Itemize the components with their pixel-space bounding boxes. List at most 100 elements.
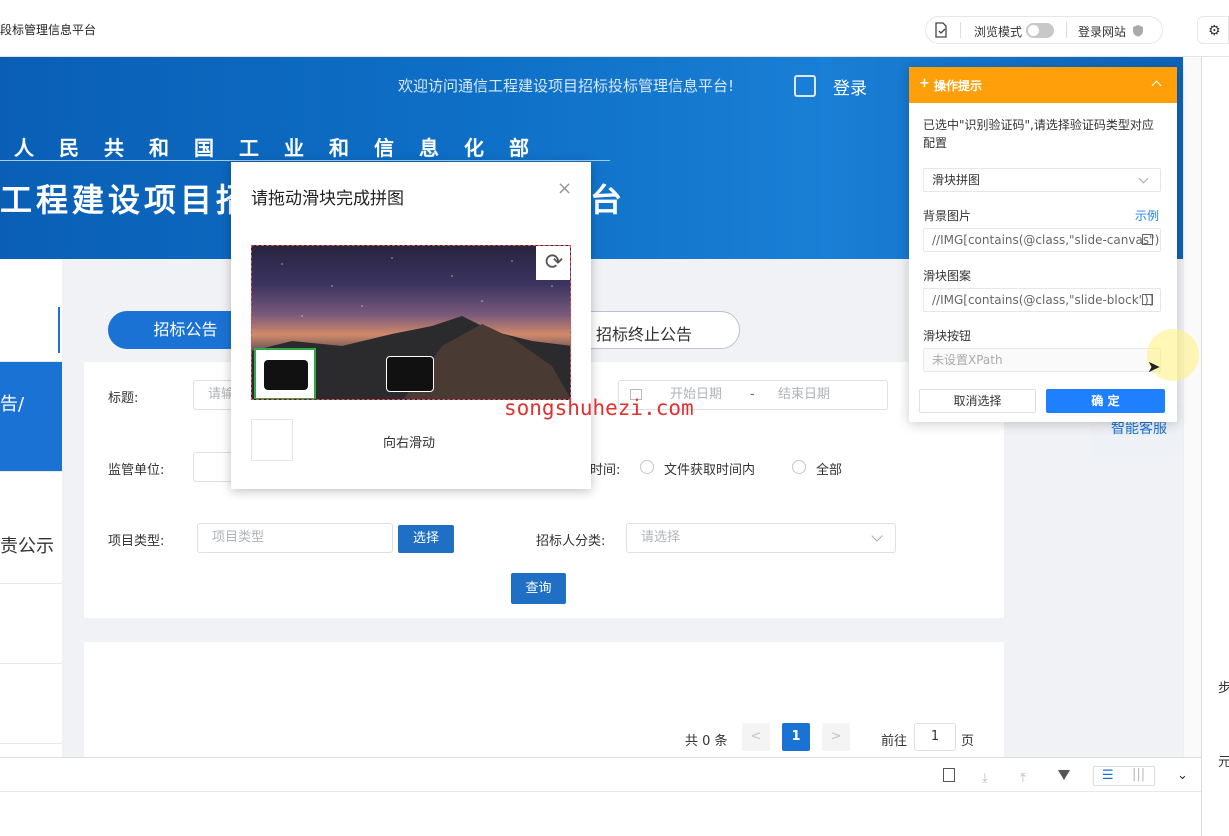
block-xpath-value: //IMG[contains(@class,"slide-block")] bbox=[932, 293, 1154, 307]
cancel-selection-button[interactable]: 取消选择 bbox=[919, 389, 1036, 413]
browse-mode-toggle[interactable] bbox=[1026, 23, 1054, 38]
slider-button-label: 滑块按钮 bbox=[923, 329, 972, 343]
right-side-panel: 步 元 bbox=[1201, 57, 1229, 836]
bottom-toolbar: ⤓ ⤒ ☰ ||| ⌄ bbox=[0, 757, 1201, 836]
watermark: songshuhezi.com bbox=[504, 396, 694, 420]
example-link[interactable]: 示例 bbox=[1135, 207, 1159, 224]
sidebar-item-notice[interactable]: 告/ bbox=[0, 362, 62, 472]
tenderee-label: 招标人分类: bbox=[536, 534, 606, 549]
page-title-tab[interactable]: 段标管理信息平台 bbox=[0, 21, 96, 38]
pick-element-icon[interactable] bbox=[1142, 234, 1153, 245]
block-xpath-input[interactable]: //IMG[contains(@class,"slide-block")] bbox=[923, 288, 1161, 312]
slider-handle[interactable] bbox=[251, 419, 293, 461]
welcome-text: 欢迎访问通信工程建设项目招标投标管理信息平台! bbox=[398, 77, 735, 95]
puzzle-slot bbox=[386, 356, 434, 392]
divider bbox=[960, 22, 961, 38]
system-title: 工程建设项目招 bbox=[0, 181, 253, 219]
total-count: 共 0 条 bbox=[685, 734, 728, 749]
user-icon bbox=[794, 75, 816, 97]
right-panel-label: 步 bbox=[1218, 681, 1229, 696]
date-separator: - bbox=[750, 387, 755, 402]
title-label: 标题: bbox=[108, 391, 139, 406]
divider bbox=[0, 791, 1201, 792]
column-view-icon[interactable]: ||| bbox=[1132, 767, 1145, 782]
current-page[interactable]: 1 bbox=[782, 723, 810, 751]
close-icon[interactable]: × bbox=[557, 178, 572, 199]
plus-icon: + bbox=[919, 76, 930, 91]
prev-page-button[interactable]: < bbox=[742, 723, 770, 751]
confirm-button[interactable]: 确 定 bbox=[1046, 389, 1165, 413]
time-label: 时间: bbox=[590, 463, 621, 478]
cursor-icon: ➤ bbox=[1147, 357, 1161, 376]
chevron-down-icon bbox=[871, 530, 883, 542]
filter-icon[interactable] bbox=[1058, 770, 1070, 780]
captcha-title: 请拖动滑块完成拼图 bbox=[251, 189, 404, 209]
captcha-type-value: 滑块拼图 bbox=[932, 173, 981, 187]
bg-image-label: 背景图片 bbox=[923, 209, 972, 223]
goto-page-input[interactable]: 1 bbox=[914, 723, 956, 751]
bg-xpath-value: //IMG[contains(@class,"slide-canvas")] bbox=[932, 233, 1161, 247]
goto-label: 前往 bbox=[881, 734, 908, 749]
document-icon[interactable] bbox=[934, 22, 948, 38]
radio-all[interactable] bbox=[792, 460, 806, 474]
radio-file-time[interactable] bbox=[640, 460, 654, 474]
captcha-dialog: 请拖动滑块完成拼图 × ⟳ 向右滑动 bbox=[231, 162, 591, 489]
captcha-type-select[interactable]: 滑块拼图 bbox=[923, 168, 1161, 192]
right-panel-label: 元 bbox=[1218, 755, 1229, 770]
sidebar-marker bbox=[58, 307, 60, 353]
supervisor-label: 监管单位: bbox=[108, 463, 165, 478]
browser-toolbar: 段标管理信息平台 浏览模式 登录网站 ⚙ bbox=[0, 0, 1229, 57]
radio-all-label[interactable]: 全部 bbox=[816, 459, 842, 478]
refresh-icon[interactable]: ⟳ bbox=[536, 246, 570, 280]
tenderee-select[interactable]: 请选择 bbox=[626, 523, 896, 553]
sidebar-item-label: 告/ bbox=[0, 394, 25, 415]
sidebar-item-blank[interactable] bbox=[0, 259, 62, 362]
next-page-button[interactable]: > bbox=[822, 723, 850, 751]
operation-hint-panel: + 操作提示 已选中"识别验证码",请选择验证码类型对应配置 滑块拼图 背景图片… bbox=[909, 67, 1199, 422]
gear-icon: ⚙ bbox=[1208, 23, 1221, 39]
page-scrollbar[interactable] bbox=[1183, 57, 1201, 757]
sidebar-item[interactable] bbox=[0, 584, 62, 664]
project-type-input[interactable]: 项目类型 bbox=[197, 523, 393, 553]
collapse-icon[interactable]: ⌄ bbox=[1177, 768, 1188, 783]
sidebar-item-publicity[interactable]: 责公示 bbox=[0, 472, 62, 584]
hint-description: 已选中"识别验证码",请选择验证码类型对应配置 bbox=[923, 118, 1154, 150]
button-xpath-input[interactable]: 未设置XPath bbox=[923, 348, 1161, 372]
pick-element-icon[interactable] bbox=[1142, 294, 1153, 305]
block-image-label: 滑块图案 bbox=[923, 269, 972, 283]
slide-hint: 向右滑动 bbox=[383, 436, 436, 451]
query-button[interactable]: 查询 bbox=[511, 573, 566, 604]
tab-termination-notice[interactable]: 招标终止公告 bbox=[596, 321, 692, 345]
settings-button[interactable]: ⚙ bbox=[1197, 16, 1229, 44]
project-type-label: 项目类型: bbox=[108, 534, 165, 549]
puzzle-piece bbox=[254, 348, 316, 399]
browse-mode-label: 浏览模式 bbox=[974, 25, 1023, 39]
org-name: 人民共和国工业和信息化部 bbox=[14, 136, 554, 160]
bg-xpath-input[interactable]: //IMG[contains(@class,"slide-canvas")] bbox=[923, 228, 1161, 252]
button-xpath-placeholder: 未设置XPath bbox=[932, 353, 1003, 367]
chevron-up-icon[interactable] bbox=[1151, 80, 1162, 91]
header-divider bbox=[0, 160, 610, 161]
sidebar-item[interactable] bbox=[0, 664, 62, 744]
captcha-puzzle-image: ⟳ bbox=[251, 245, 571, 400]
login-link[interactable]: 登录 bbox=[833, 74, 867, 99]
download-icon[interactable]: ⤓ bbox=[982, 771, 988, 786]
upload-icon[interactable]: ⤒ bbox=[1020, 771, 1026, 786]
list-view-icon[interactable]: ☰ bbox=[1102, 768, 1114, 783]
tenderee-placeholder: 请选择 bbox=[641, 530, 681, 545]
end-date: 结束日期 bbox=[778, 387, 831, 402]
sidebar-item-label: 责公示 bbox=[0, 536, 54, 557]
view-toggle[interactable]: ☰ ||| bbox=[1093, 766, 1155, 786]
chevron-down-icon bbox=[1138, 173, 1149, 184]
login-site-label[interactable]: 登录网站 bbox=[1078, 23, 1126, 40]
radio-file-time-label[interactable]: 文件获取时间内 bbox=[664, 459, 755, 478]
shield-icon bbox=[1132, 24, 1144, 37]
supervisor-input[interactable] bbox=[193, 452, 233, 482]
system-title-tail: 台 bbox=[590, 181, 623, 219]
add-icon[interactable] bbox=[943, 768, 955, 782]
mode-bar: 浏览模式 登录网站 bbox=[925, 16, 1163, 44]
hint-title: 操作提示 bbox=[934, 79, 983, 93]
toggle-knob bbox=[1028, 25, 1039, 36]
select-button[interactable]: 选择 bbox=[398, 525, 454, 553]
divider bbox=[1066, 22, 1067, 38]
